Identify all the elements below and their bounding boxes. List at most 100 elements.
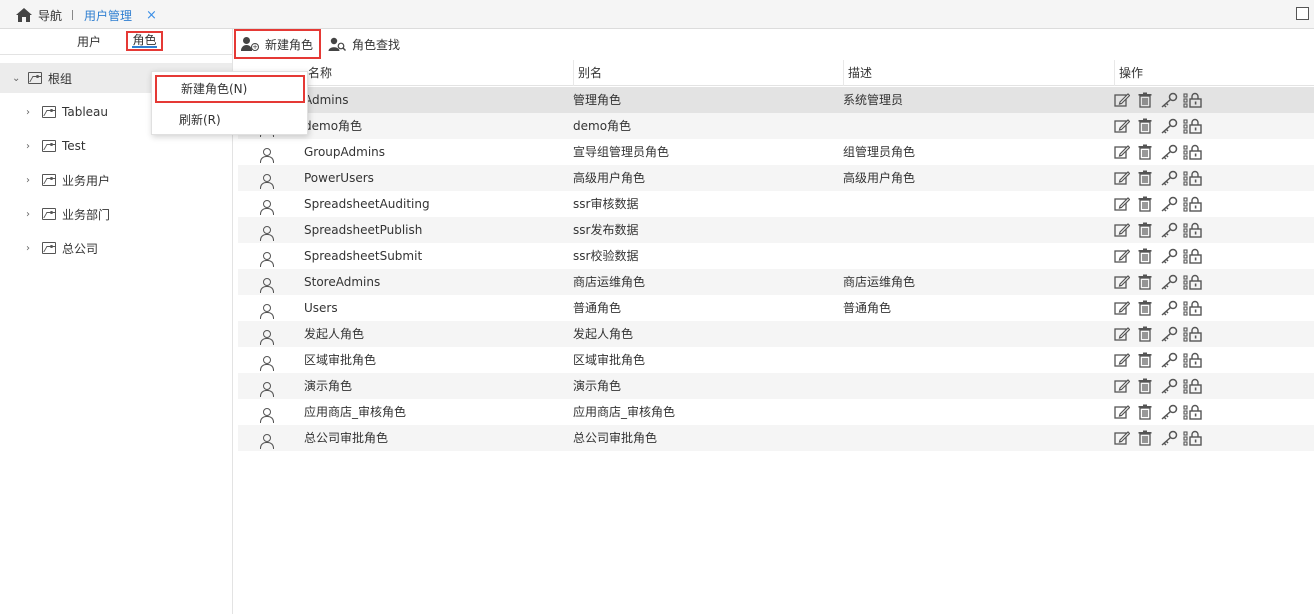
key-icon[interactable] xyxy=(1160,196,1178,213)
table-row[interactable]: 区域审批角色 区域审批角色 xyxy=(238,347,1314,373)
edit-icon[interactable] xyxy=(1114,326,1131,343)
key-icon[interactable] xyxy=(1160,222,1178,239)
edit-icon[interactable] xyxy=(1114,248,1131,265)
edit-icon[interactable] xyxy=(1114,170,1131,187)
permission-lock-icon[interactable] xyxy=(1183,222,1202,239)
column-header-desc[interactable]: 描述 xyxy=(843,60,1114,86)
delete-icon[interactable] xyxy=(1137,170,1154,187)
key-icon[interactable] xyxy=(1160,170,1178,187)
table-row[interactable]: 演示角色 演示角色 xyxy=(238,373,1314,399)
key-icon[interactable] xyxy=(1160,430,1178,447)
table-row[interactable]: SpreadsheetPublish ssr发布数据 xyxy=(238,217,1314,243)
column-header-name[interactable]: 名称 xyxy=(304,60,573,86)
tab-users[interactable]: 用户 xyxy=(77,33,101,51)
permission-lock-icon[interactable] xyxy=(1183,274,1202,291)
chevron-down-icon[interactable]: ⌄ xyxy=(12,73,22,84)
tree-node[interactable]: › 业务部门 xyxy=(26,199,110,229)
permission-lock-icon[interactable] xyxy=(1183,378,1202,395)
edit-icon[interactable] xyxy=(1114,196,1131,213)
delete-icon[interactable] xyxy=(1137,196,1154,213)
table-row[interactable]: SpreadsheetSubmit ssr校验数据 xyxy=(238,243,1314,269)
tree-node-label: 业务部门 xyxy=(62,207,111,222)
table-row[interactable]: PowerUsers 高级用户角色 高级用户角色 xyxy=(238,165,1314,191)
chevron-right-icon[interactable]: › xyxy=(26,175,36,186)
permission-lock-icon[interactable] xyxy=(1183,118,1202,135)
table-row[interactable]: 总公司审批角色 总公司审批角色 xyxy=(238,425,1314,451)
permission-lock-icon[interactable] xyxy=(1183,300,1202,317)
chevron-right-icon[interactable]: › xyxy=(26,243,36,254)
delete-icon[interactable] xyxy=(1137,118,1154,135)
permission-lock-icon[interactable] xyxy=(1183,170,1202,187)
group-image-icon xyxy=(28,72,42,84)
add-user-icon: + xyxy=(241,37,259,51)
delete-icon[interactable] xyxy=(1137,144,1154,161)
tree-node[interactable]: › 总公司 xyxy=(26,233,98,263)
table-row[interactable]: demo角色 demo角色 xyxy=(238,113,1314,139)
edit-icon[interactable] xyxy=(1114,430,1131,447)
table-row[interactable]: Admins 管理角色 系统管理员 xyxy=(238,87,1314,113)
delete-icon[interactable] xyxy=(1137,222,1154,239)
find-role-button[interactable]: 角色查找 xyxy=(328,29,400,59)
permission-lock-icon[interactable] xyxy=(1183,404,1202,421)
delete-icon[interactable] xyxy=(1137,92,1154,109)
key-icon[interactable] xyxy=(1160,404,1178,421)
edit-icon[interactable] xyxy=(1114,144,1131,161)
delete-icon[interactable] xyxy=(1137,300,1154,317)
key-icon[interactable] xyxy=(1160,144,1178,161)
close-icon[interactable]: × xyxy=(146,8,157,23)
column-header-alias[interactable]: 别名 xyxy=(573,60,843,86)
table-row[interactable]: GroupAdmins 宣导组管理员角色 组管理员角色 xyxy=(238,139,1314,165)
tree-node[interactable]: › 业务用户 xyxy=(26,165,110,195)
maximize-button[interactable] xyxy=(1296,7,1309,20)
menu-item-refresh[interactable]: 刷新(R) xyxy=(152,106,307,134)
delete-icon[interactable] xyxy=(1137,404,1154,421)
delete-icon[interactable] xyxy=(1137,274,1154,291)
edit-icon[interactable] xyxy=(1114,300,1131,317)
key-icon[interactable] xyxy=(1160,248,1178,265)
chevron-right-icon[interactable]: › xyxy=(26,209,36,220)
edit-icon[interactable] xyxy=(1114,352,1131,369)
permission-lock-icon[interactable] xyxy=(1183,196,1202,213)
permission-lock-icon[interactable] xyxy=(1183,352,1202,369)
key-icon[interactable] xyxy=(1160,352,1178,369)
chevron-right-icon[interactable]: › xyxy=(26,141,36,152)
edit-icon[interactable] xyxy=(1114,118,1131,135)
permission-lock-icon[interactable] xyxy=(1183,92,1202,109)
key-icon[interactable] xyxy=(1160,274,1178,291)
tab-roles[interactable]: 角色 xyxy=(126,31,163,51)
permission-lock-icon[interactable] xyxy=(1183,326,1202,343)
delete-icon[interactable] xyxy=(1137,352,1154,369)
table-row[interactable]: StoreAdmins 商店运维角色 商店运维角色 xyxy=(238,269,1314,295)
key-icon[interactable] xyxy=(1160,378,1178,395)
chevron-right-icon[interactable]: › xyxy=(26,107,36,118)
menu-item-new-role[interactable]: 新建角色(N) xyxy=(155,75,305,103)
group-image-icon xyxy=(42,242,56,254)
delete-icon[interactable] xyxy=(1137,326,1154,343)
table-row[interactable]: 发起人角色 发起人角色 xyxy=(238,321,1314,347)
edit-icon[interactable] xyxy=(1114,378,1131,395)
row-actions xyxy=(1114,425,1314,451)
table-row[interactable]: 应用商店_审核角色 应用商店_审核角色 xyxy=(238,399,1314,425)
key-icon[interactable] xyxy=(1160,92,1178,109)
key-icon[interactable] xyxy=(1160,326,1178,343)
tab-user-management[interactable]: 用户管理 × xyxy=(84,6,157,24)
table-row[interactable]: Users 普通角色 普通角色 xyxy=(238,295,1314,321)
edit-icon[interactable] xyxy=(1114,404,1131,421)
nav-tab[interactable]: 导航 xyxy=(16,6,62,24)
delete-icon[interactable] xyxy=(1137,430,1154,447)
tree-node-label: 业务用户 xyxy=(62,173,111,188)
permission-lock-icon[interactable] xyxy=(1183,248,1202,265)
permission-lock-icon[interactable] xyxy=(1183,144,1202,161)
delete-icon[interactable] xyxy=(1137,378,1154,395)
table-row[interactable]: SpreadsheetAuditing ssr审核数据 xyxy=(238,191,1314,217)
tree-node[interactable]: › Tableau xyxy=(26,97,108,127)
delete-icon[interactable] xyxy=(1137,248,1154,265)
edit-icon[interactable] xyxy=(1114,274,1131,291)
key-icon[interactable] xyxy=(1160,300,1178,317)
edit-icon[interactable] xyxy=(1114,92,1131,109)
tree-node[interactable]: › Test xyxy=(26,131,86,161)
key-icon[interactable] xyxy=(1160,118,1178,135)
new-role-button[interactable]: + 新建角色 xyxy=(234,29,321,59)
permission-lock-icon[interactable] xyxy=(1183,430,1202,447)
edit-icon[interactable] xyxy=(1114,222,1131,239)
